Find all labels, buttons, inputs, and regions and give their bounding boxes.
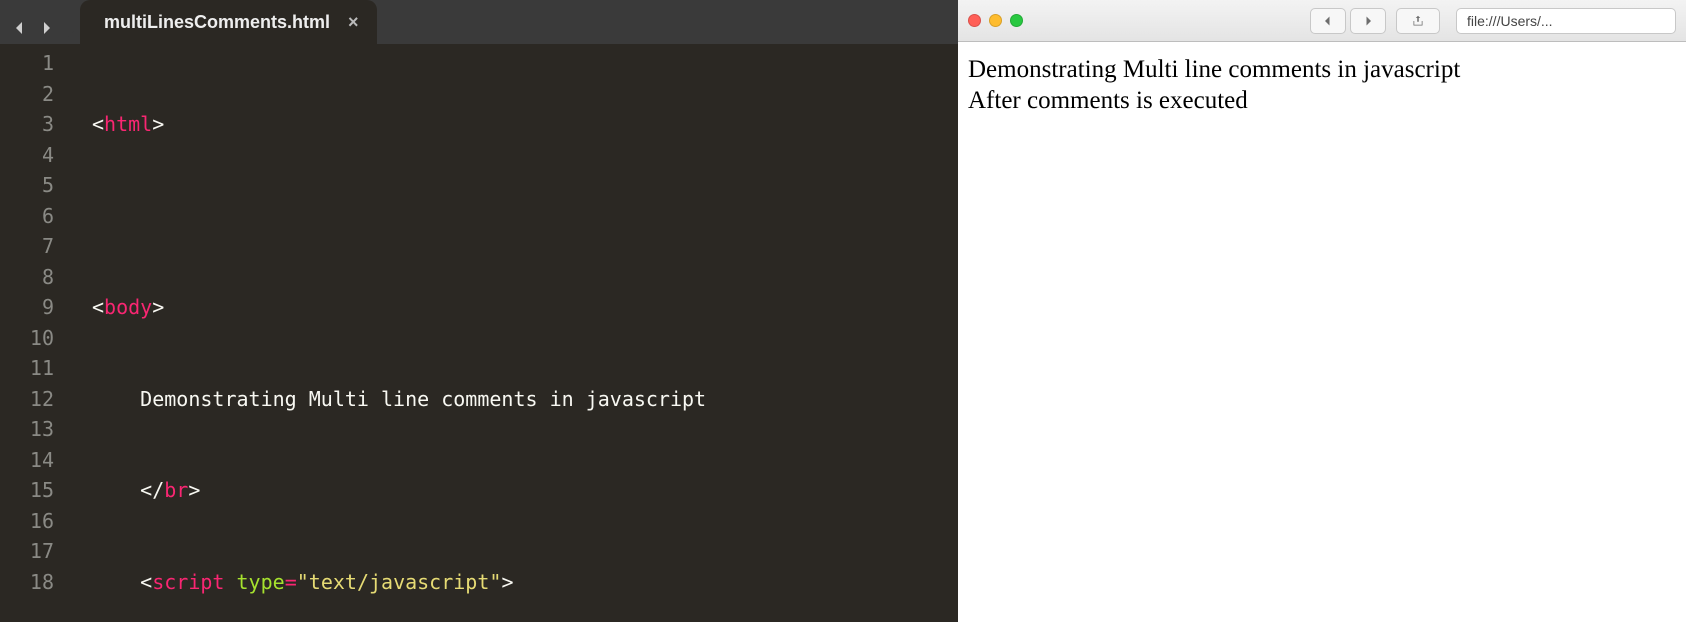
line-number: 2	[0, 79, 54, 110]
close-icon[interactable]: ×	[348, 12, 359, 33]
browser-viewport: Demonstrating Multi line comments in jav…	[958, 42, 1686, 622]
code-area[interactable]: <html> <body> Demonstrating Multi line c…	[70, 44, 958, 622]
code-line: <html>	[92, 109, 958, 140]
code-editor-pane: multiLinesComments.html × 1 2 3 4 5 6 7 …	[0, 0, 958, 622]
page-text-line: After comments is executed	[968, 85, 1676, 116]
line-number: 8	[0, 262, 54, 293]
window-close-button[interactable]	[968, 14, 981, 27]
line-number: 5	[0, 170, 54, 201]
browser-toolbar: file:///Users/...	[958, 0, 1686, 42]
code-line: </br>	[92, 475, 958, 506]
window-zoom-button[interactable]	[1010, 14, 1023, 27]
window-minimize-button[interactable]	[989, 14, 1002, 27]
line-number-gutter: 1 2 3 4 5 6 7 8 9 10 11 12 13 14 15 16 1…	[0, 44, 70, 622]
page-text-line: Demonstrating Multi line comments in jav…	[968, 54, 1676, 85]
code-line: <body>	[92, 292, 958, 323]
line-number: 4	[0, 140, 54, 171]
browser-url-bar[interactable]: file:///Users/...	[1456, 8, 1676, 34]
browser-url-text: file:///Users/...	[1467, 13, 1553, 29]
browser-back-button[interactable]	[1310, 8, 1346, 34]
window-controls	[968, 14, 1023, 27]
line-number: 14	[0, 445, 54, 476]
nav-forward-button[interactable]	[34, 16, 58, 40]
line-number: 3	[0, 109, 54, 140]
browser-forward-button[interactable]	[1350, 8, 1386, 34]
line-number: 17	[0, 536, 54, 567]
editor-titlebar: multiLinesComments.html ×	[0, 0, 958, 44]
line-number: 18	[0, 567, 54, 598]
code-line: Demonstrating Multi line comments in jav…	[92, 384, 958, 415]
browser-share-button[interactable]	[1396, 8, 1440, 34]
editor-tab[interactable]: multiLinesComments.html ×	[80, 0, 377, 44]
line-number: 12	[0, 384, 54, 415]
line-number: 9	[0, 292, 54, 323]
line-number: 6	[0, 201, 54, 232]
browser-pane: file:///Users/... Demonstrating Multi li…	[958, 0, 1686, 622]
line-number: 7	[0, 231, 54, 262]
nav-back-button[interactable]	[8, 16, 32, 40]
line-number: 16	[0, 506, 54, 537]
line-number: 1	[0, 48, 54, 79]
editor-body[interactable]: 1 2 3 4 5 6 7 8 9 10 11 12 13 14 15 16 1…	[0, 44, 958, 622]
line-number: 13	[0, 414, 54, 445]
tab-filename: multiLinesComments.html	[104, 12, 330, 33]
code-line	[92, 201, 958, 232]
line-number: 15	[0, 475, 54, 506]
code-line: <script type="text/javascript">	[92, 567, 958, 598]
line-number: 11	[0, 353, 54, 384]
line-number: 10	[0, 323, 54, 354]
